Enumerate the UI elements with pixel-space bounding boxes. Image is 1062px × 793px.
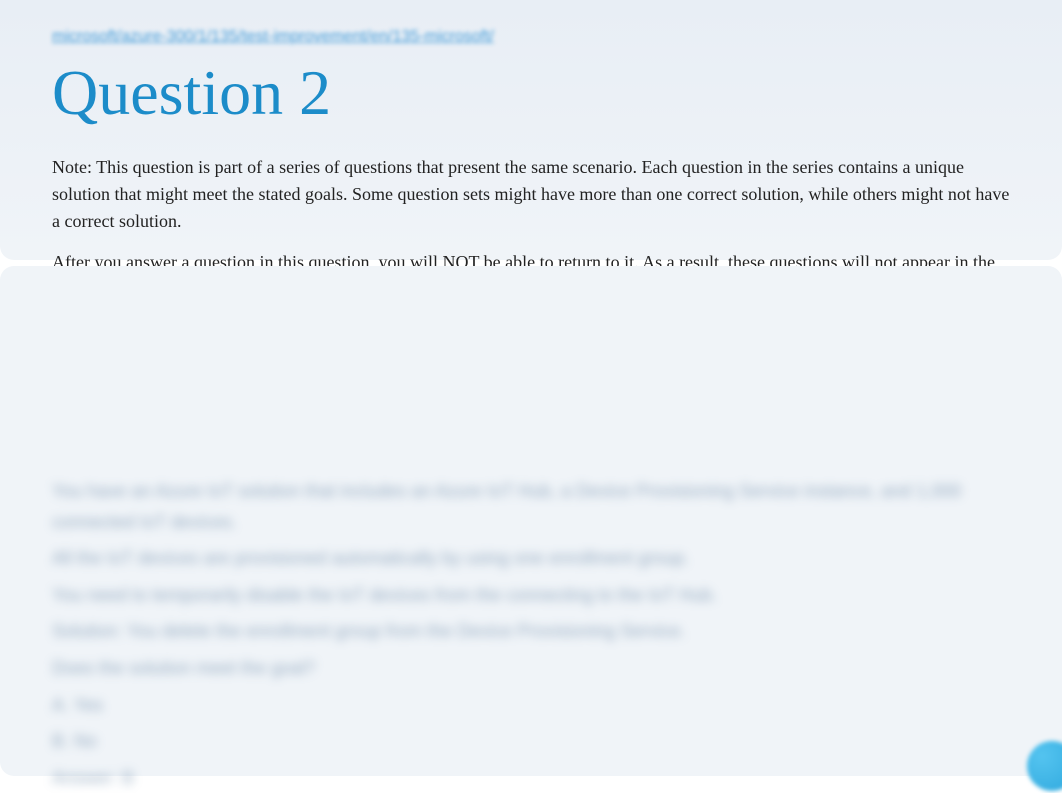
blurred-question-body: You have an Azure IoT solution that incl… (52, 476, 1010, 793)
option-b: B. No (52, 726, 1010, 757)
content-panel: You have an Azure IoT solution that incl… (0, 266, 1062, 776)
blurred-line: You need to temporarily disable the IoT … (52, 580, 1010, 611)
page-title: Question 2 (52, 56, 1010, 130)
header-panel: microsoft/azure-300/1/135/test-improveme… (0, 0, 1062, 260)
option-a: A. Yes (52, 690, 1010, 721)
blurred-line: Solution: You delete the enrollment grou… (52, 616, 1010, 647)
blurred-line: You have an Azure IoT solution that incl… (52, 476, 1010, 537)
decor-corner-icon (1027, 741, 1062, 791)
blurred-line: All the IoT devices are provisioned auto… (52, 543, 1010, 574)
answer-line: Answer: B (52, 763, 1010, 793)
note-paragraph: Note: This question is part of a series … (52, 154, 1010, 235)
breadcrumb-link[interactable]: microsoft/azure-300/1/135/test-improveme… (52, 28, 1010, 46)
blurred-line: Does the solution meet the goal? (52, 653, 1010, 684)
